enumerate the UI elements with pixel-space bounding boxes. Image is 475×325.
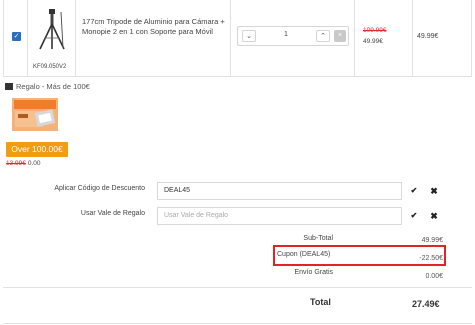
cart-table-row: ✓ KF09.050V2 177cm Tripode de Aluminio p… (3, 0, 472, 77)
quantity-stepper: ⌄ 1 ⌃ × (237, 26, 349, 46)
shipping-value: 0.00€ (425, 273, 443, 280)
coupon-value: -22.50€ (419, 255, 443, 262)
remove-voucher-button[interactable]: ✖ (428, 210, 440, 222)
image-cell: KF09.050V2 (28, 0, 76, 76)
subtotal-value: 49.99€ (421, 237, 443, 244)
line-total-cell: 49.99€ (413, 0, 472, 76)
name-cell: 177cm Tripode de Aluminio para Cámara + … (76, 0, 231, 76)
gift-new-price: 0.00 (27, 160, 41, 167)
gift-section-title: Regalo - Más de 100€ (5, 82, 90, 91)
line-total: 49.99€ (417, 33, 439, 40)
unit-price: 49.99€ (363, 38, 383, 45)
close-icon: × (337, 32, 343, 39)
coupon-label: Cupon (DEAL45) (277, 251, 331, 258)
decrease-quantity-button[interactable]: ⌄ (242, 30, 256, 42)
apply-voucher-button[interactable]: ✔ (408, 210, 420, 222)
shipping-row: Envío Gratis 0.00€ (157, 268, 447, 286)
gift-icon (5, 83, 13, 90)
discount-code-input[interactable]: DEAL45 (157, 182, 402, 200)
increase-quantity-button[interactable]: ⌃ (316, 30, 330, 42)
price-cell: 109.99€ 49.99€ (355, 0, 413, 76)
check-icon: ✓ (13, 33, 20, 40)
quantity-cell: ⌄ 1 ⌃ × (231, 0, 355, 76)
gift-threshold-button[interactable]: Over 100.00€ (6, 142, 68, 157)
product-sku: KF09.050V2 (33, 64, 67, 70)
gift-prices: 13.99€ 0.00 (6, 160, 41, 167)
gift-old-price: 13.99€ (6, 160, 26, 167)
old-price: 109.99€ (363, 27, 387, 34)
bottom-divider (3, 323, 472, 324)
remove-discount-button[interactable]: ✖ (428, 185, 440, 197)
gift-title-text: Regalo - Más de 100€ (16, 82, 90, 91)
voucher-input[interactable]: Usar Vale de Regalo (157, 207, 402, 225)
subtotal-label: Sub-Total (303, 235, 333, 242)
apply-discount-button[interactable]: ✔ (408, 185, 420, 197)
shipping-label: Envío Gratis (294, 269, 333, 276)
select-cell: ✓ (4, 0, 28, 76)
coupon-row: Cupon (DEAL45) -22.50€ (157, 250, 447, 268)
gift-product-image[interactable] (12, 98, 58, 131)
chevron-down-icon: ⌄ (246, 33, 252, 40)
product-image[interactable] (36, 8, 68, 50)
quantity-input[interactable]: 1 (258, 31, 314, 38)
total-value: 27.49€ (412, 299, 440, 309)
discount-code-label: Aplicar Código de Descuento (54, 185, 145, 192)
item-checkbox[interactable]: ✓ (12, 32, 21, 41)
total-label: Total (310, 297, 331, 307)
voucher-label: Usar Vale de Regalo (80, 210, 145, 217)
totals-divider (3, 287, 472, 288)
product-name-link[interactable]: 177cm Tripode de Aluminio para Cámara + … (82, 17, 227, 37)
remove-item-button[interactable]: × (334, 30, 346, 42)
chevron-up-icon: ⌃ (320, 33, 326, 40)
